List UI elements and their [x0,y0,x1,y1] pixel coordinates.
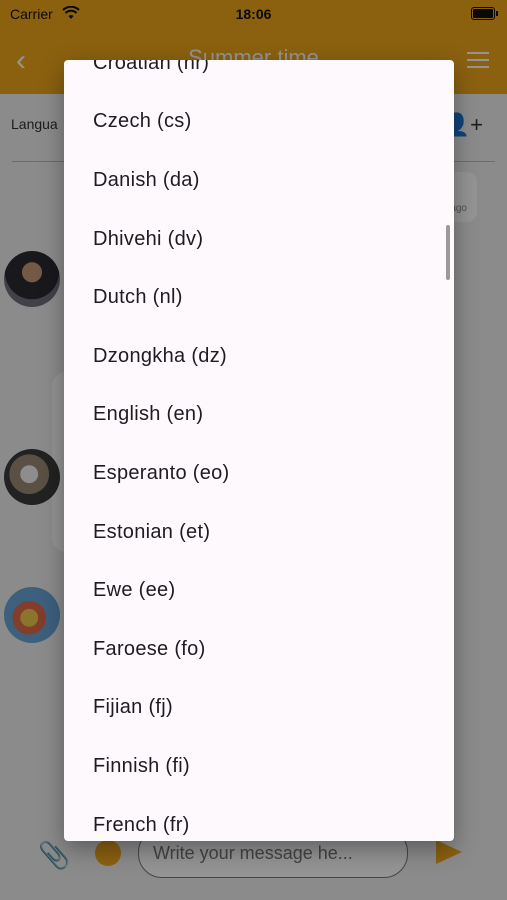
language-option[interactable]: French (fr) [64,796,454,841]
language-option[interactable]: Dhivehi (dv) [64,210,454,269]
language-option[interactable]: Croatian (hr) [64,60,454,93]
language-option[interactable]: Dzongkha (dz) [64,327,454,386]
language-option[interactable]: Fijian (fj) [64,679,454,738]
language-option[interactable]: Finnish (fi) [64,737,454,796]
language-picker-dialog: Croatian (hr) Czech (cs) Danish (da) Dhi… [64,60,454,841]
language-list[interactable]: Croatian (hr) Czech (cs) Danish (da) Dhi… [64,60,454,841]
language-option[interactable]: Czech (cs) [64,93,454,152]
language-option[interactable]: English (en) [64,386,454,445]
language-option[interactable]: Ewe (ee) [64,561,454,620]
scrollbar-thumb[interactable] [446,225,450,280]
language-option[interactable]: Estonian (et) [64,503,454,562]
language-option[interactable]: Danish (da) [64,151,454,210]
language-option[interactable]: Esperanto (eo) [64,444,454,503]
language-option[interactable]: Dutch (nl) [64,268,454,327]
language-option[interactable]: Faroese (fo) [64,620,454,679]
